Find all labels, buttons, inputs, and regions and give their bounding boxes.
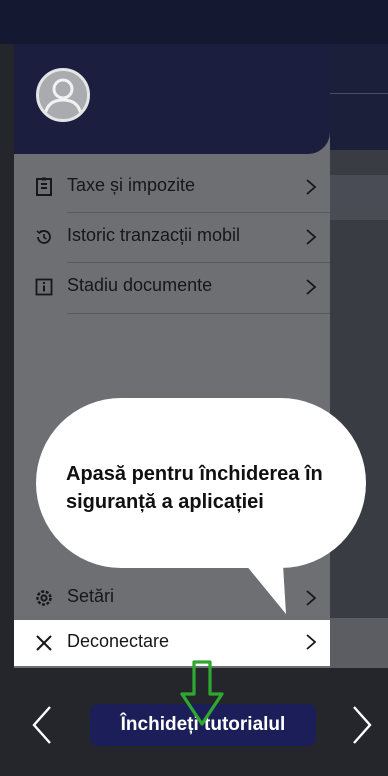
chevron-right-icon[interactable] [346, 703, 376, 747]
chevron-left-icon[interactable] [28, 703, 58, 747]
tooltip-text: Apasă pentru închiderea în siguranță a a… [66, 463, 323, 513]
arrow-down-icon [180, 660, 224, 726]
